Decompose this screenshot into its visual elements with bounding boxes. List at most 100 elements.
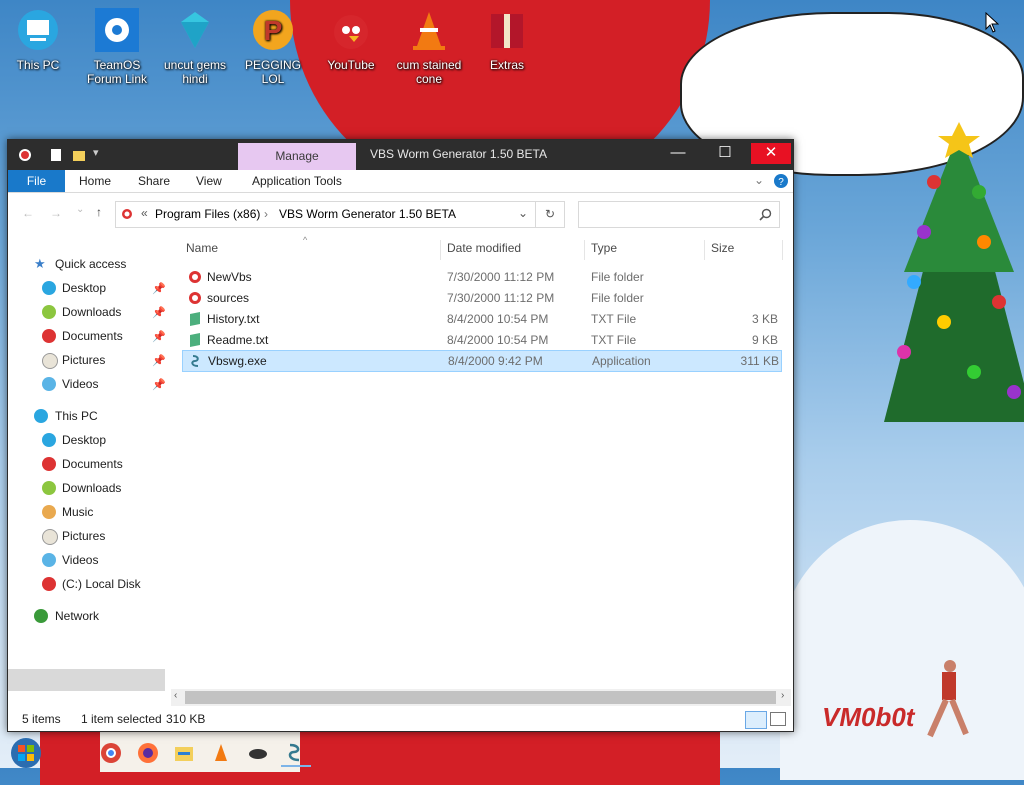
back-arrow-icon[interactable]: ← xyxy=(22,206,34,220)
application-icon xyxy=(191,355,199,367)
desktop-icon-cone[interactable]: cum stained cone xyxy=(391,8,467,86)
folder-icon xyxy=(189,271,201,283)
properties-icon[interactable] xyxy=(50,148,62,162)
gamepad-icon[interactable] xyxy=(247,742,269,764)
tab-application-tools[interactable]: Application Tools xyxy=(252,170,342,192)
navigation-pane: ★ Quick access Desktop 📌 Downloads 📌 Docu… xyxy=(8,236,166,706)
scrollbar-thumb[interactable] xyxy=(185,691,776,704)
svg-text:?: ? xyxy=(778,177,784,188)
vbswg-taskbar-icon[interactable] xyxy=(284,742,306,764)
breadcrumb-overflow[interactable]: « xyxy=(141,206,148,220)
breadcrumb-current[interactable]: VBS Worm Generator 1.50 BETA xyxy=(279,207,456,221)
column-type[interactable]: Type xyxy=(591,240,617,256)
pin-icon: 📌 xyxy=(152,379,166,391)
column-divider[interactable] xyxy=(704,240,705,260)
item-count: 5 items xyxy=(22,712,61,726)
vlc-taskbar-icon[interactable] xyxy=(210,742,232,764)
documents-icon xyxy=(42,329,56,343)
star-icon: ★ xyxy=(34,256,46,271)
file-size: 311 KB xyxy=(740,354,779,368)
explorer-window: ▾ Manage VBS Worm Generator 1.50 BETA — … xyxy=(7,139,794,732)
tab-home[interactable]: Home xyxy=(79,170,111,192)
address-bar[interactable]: « Program Files (x86) › VBS Worm Generat… xyxy=(115,201,536,228)
address-dropdown-icon[interactable]: ⌄ xyxy=(518,206,528,220)
up-arrow-icon[interactable]: ↑ xyxy=(96,205,102,219)
file-explorer-icon[interactable] xyxy=(173,742,195,764)
desktop-icon-extras[interactable]: Extras xyxy=(469,8,545,72)
local-disk-icon xyxy=(42,577,56,591)
desktop-icon-youtube[interactable]: YouTube xyxy=(313,8,389,72)
file-date: 8/4/2000 9:42 PM xyxy=(448,354,543,368)
column-date-modified[interactable]: Date modified xyxy=(447,240,521,256)
file-date: 7/30/2000 11:12 PM xyxy=(447,291,555,305)
tab-share[interactable]: Share xyxy=(138,170,170,192)
details-view-icon[interactable] xyxy=(745,711,767,729)
vlc-cone-icon xyxy=(413,12,445,50)
tab-manage[interactable]: Manage xyxy=(238,143,356,170)
taskbar xyxy=(0,734,330,768)
column-divider[interactable] xyxy=(782,240,783,260)
file-row[interactable]: sources 7/30/2000 11:12 PM File folder xyxy=(182,288,780,308)
file-row-selected[interactable]: Vbswg.exe 8/4/2000 9:42 PM Application 3… xyxy=(182,350,782,372)
file-type: TXT File xyxy=(591,333,637,347)
folder-icon xyxy=(189,292,201,304)
selection-count: 1 item selected xyxy=(81,712,162,726)
wallpaper-signature: VM0b0t xyxy=(822,702,915,732)
scroll-left-icon[interactable]: ‹ xyxy=(174,690,177,701)
pin-icon: 📌 xyxy=(152,331,166,343)
desktop-icon xyxy=(42,281,56,295)
pin-icon: 📌 xyxy=(152,283,166,295)
start-button-icon[interactable] xyxy=(6,736,46,770)
desktop-icon-label: cum stained cone xyxy=(396,58,462,86)
desktop-icon-teamos[interactable]: TeamOS Forum Link xyxy=(79,8,155,86)
forward-arrow-icon[interactable]: → xyxy=(50,206,62,220)
recent-locations-chevron-icon[interactable]: ⌄ xyxy=(76,204,84,215)
status-bar: 5 items 1 item selected 310 KB xyxy=(8,708,793,731)
desktop-icon-pegging[interactable]: P PEGGING LOL xyxy=(235,8,311,86)
wallpaper-runner-figure xyxy=(927,660,969,738)
help-icon[interactable]: ? xyxy=(774,174,788,188)
file-size: 9 KB xyxy=(751,333,778,347)
tab-view[interactable]: View xyxy=(196,170,222,192)
downloads-icon xyxy=(42,305,56,319)
ribbon-expand-icon[interactable]: ⌄ xyxy=(754,173,764,187)
large-icons-view-icon[interactable] xyxy=(770,712,786,726)
tab-file[interactable]: File xyxy=(8,170,65,192)
desktop-icon-label: uncut gems hindi xyxy=(163,58,227,86)
ribbon: File Home Share View Application Tools ⌄… xyxy=(8,170,793,193)
desktop-icon xyxy=(42,433,56,447)
close-button[interactable]: ✕ xyxy=(751,143,791,164)
desktop-icon-label: PEGGING LOL xyxy=(244,58,301,86)
firefox-icon[interactable] xyxy=(137,742,159,764)
horizontal-scrollbar[interactable]: ‹ › xyxy=(171,689,791,706)
search-input[interactable] xyxy=(578,201,780,228)
new-folder-icon[interactable] xyxy=(72,148,86,162)
file-row[interactable]: NewVbs 7/30/2000 11:12 PM File folder xyxy=(182,267,780,287)
refresh-button[interactable]: ↻ xyxy=(535,201,565,228)
minimize-button[interactable]: — xyxy=(658,143,698,164)
column-divider[interactable] xyxy=(584,240,585,260)
desktop-icon-this-pc[interactable]: This PC xyxy=(0,8,76,72)
gear-icon xyxy=(95,8,139,52)
column-name[interactable]: Name xyxy=(186,240,218,256)
breadcrumb-program-files[interactable]: Program Files (x86) xyxy=(155,207,260,221)
column-size[interactable]: Size xyxy=(711,240,734,256)
desktop-icon-label: YouTube xyxy=(327,58,375,72)
music-icon xyxy=(42,505,56,519)
file-row[interactable]: History.txt 8/4/2000 10:54 PM TXT File 3… xyxy=(182,309,780,329)
column-divider[interactable] xyxy=(440,240,441,260)
chevron-down-icon[interactable]: ▾ xyxy=(93,146,99,159)
app-icon[interactable] xyxy=(18,148,32,162)
pin-icon: 📌 xyxy=(152,355,166,367)
videos-icon xyxy=(42,377,56,391)
folder-location-icon xyxy=(122,209,132,219)
file-row[interactable]: Readme.txt 8/4/2000 10:54 PM TXT File 9 … xyxy=(182,330,780,350)
maximize-button[interactable]: ☐ xyxy=(705,143,745,164)
title-bar[interactable]: ▾ Manage VBS Worm Generator 1.50 BETA — … xyxy=(8,140,793,170)
scroll-right-icon[interactable]: › xyxy=(781,690,784,701)
pin-icon: 📌 xyxy=(152,307,166,319)
desktop-icon-uncut-gems[interactable]: uncut gems hindi xyxy=(157,8,233,86)
chrome-icon[interactable] xyxy=(100,742,122,764)
selection-size: 310 KB xyxy=(166,712,206,726)
window-title: VBS Worm Generator 1.50 BETA xyxy=(370,147,547,161)
